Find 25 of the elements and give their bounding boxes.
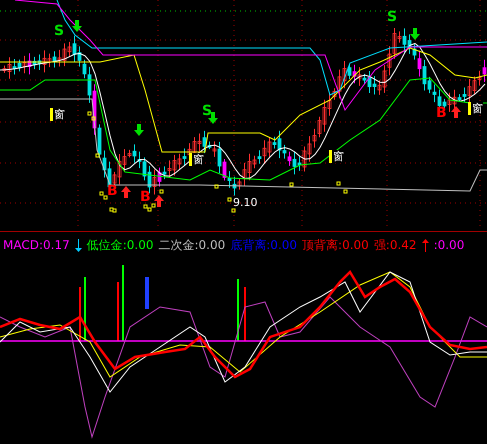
up-arrow-icon <box>451 106 461 118</box>
gap-label: 窗 <box>50 108 65 121</box>
down-arrow-icon <box>134 124 144 136</box>
sell-signal: S <box>202 104 212 118</box>
indicator-value: 底背离:0.00 <box>230 236 298 254</box>
gap-label: 窗 <box>468 102 483 115</box>
gap-label: 窗 <box>329 150 344 163</box>
up-arrow-icon <box>121 186 131 198</box>
down-arrow-icon <box>410 28 420 40</box>
sell-signal: S <box>54 24 64 38</box>
buy-signal: B <box>140 190 151 204</box>
up-arrow-icon <box>154 195 164 207</box>
low-price-label: 9.10 <box>233 197 258 209</box>
indicator-value: 顶背离:0.00 <box>302 236 369 254</box>
signal-bar <box>145 277 149 309</box>
buy-signal: B <box>107 184 118 198</box>
down-arrow-icon <box>72 20 82 32</box>
buy-signal: B <box>436 106 447 120</box>
indicator-value: 低位金:0.00 <box>86 236 154 254</box>
sell-signal: S <box>387 10 398 24</box>
indicator-value: :0.00 <box>434 238 464 252</box>
gap-label: 窗 <box>189 153 204 166</box>
indicator-value: MACD:0.17 <box>3 238 70 252</box>
indicator-value: 二次金:0.00 <box>158 236 226 254</box>
indicator-value: 强:0.42 <box>374 236 417 254</box>
